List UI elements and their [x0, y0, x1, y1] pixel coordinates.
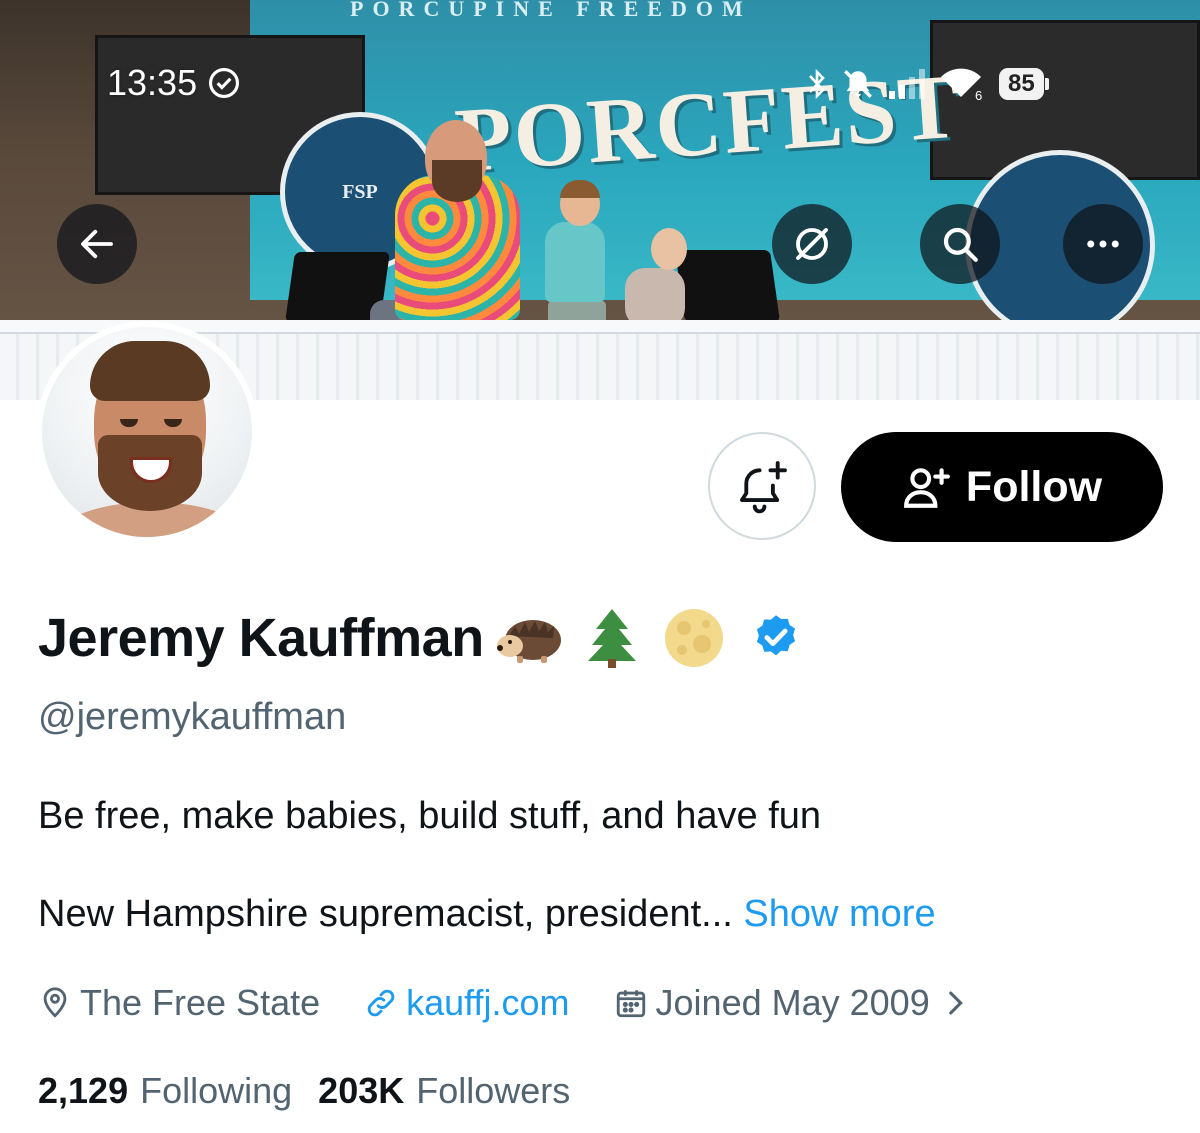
wifi-icon: 6 — [941, 68, 982, 101]
banner-top-text: PORCUPINE FREEDOM — [350, 0, 752, 21]
more-button[interactable] — [1063, 204, 1143, 284]
search-icon — [943, 227, 978, 262]
profile-handle: @jeremykauffman — [38, 696, 347, 738]
bell-plus-icon — [740, 461, 787, 514]
calendar-icon — [616, 990, 645, 1018]
banner-man-beard — [432, 160, 482, 202]
followers-count: 203K — [318, 1070, 405, 1111]
following-label: Following — [140, 1070, 293, 1111]
grok-button[interactable] — [772, 204, 852, 284]
status-time: 13:35 — [107, 62, 198, 103]
back-button[interactable] — [57, 204, 137, 284]
location: The Free State — [38, 982, 320, 1024]
joined-text: Joined May 2009 — [655, 982, 930, 1023]
banner-speaker-right — [674, 250, 781, 322]
bio-line-2: New Hampshire supremacist, president... … — [38, 893, 936, 936]
arrow-left-icon — [81, 229, 113, 259]
grok-icon — [796, 228, 828, 260]
banner-toddler-body — [625, 268, 685, 328]
status-bar-left: 13:35 — [107, 62, 241, 104]
bell-muted-icon — [844, 70, 872, 98]
banner-kid-shirt — [545, 222, 605, 302]
chevron-right-icon — [948, 991, 963, 1015]
bio-line-2-text: New Hampshire supremacist, president... — [38, 893, 733, 935]
full-moon-icon — [658, 606, 730, 670]
follow-button[interactable]: Follow — [841, 432, 1163, 542]
link-icon — [367, 989, 395, 1017]
bio-line-1: Be free, make babies, build stuff, and h… — [38, 795, 822, 837]
seal-text: FSP — [342, 180, 378, 203]
location-pin-icon — [43, 987, 67, 1018]
profile-name-row: Jeremy Kauffman — [38, 606, 812, 670]
joined-date[interactable]: Joined May 2009 — [614, 982, 972, 1024]
evergreen-tree-icon — [576, 606, 648, 670]
banner-toddler-head — [651, 228, 687, 270]
avatar-photo — [42, 327, 252, 537]
followers-stat[interactable]: 203K Followers — [318, 1070, 570, 1112]
website-link[interactable]: kauffj.com — [364, 982, 570, 1024]
website-text: kauffj.com — [406, 982, 570, 1023]
followers-label: Followers — [416, 1070, 571, 1111]
notifications-button[interactable] — [708, 432, 816, 540]
follow-stats: 2,129 Following 203K Followers — [38, 1070, 596, 1112]
profile-meta: The Free State kauffj.com Joined May 200… — [38, 982, 972, 1024]
avatar-hair — [90, 341, 210, 401]
follow-label: Follow — [965, 462, 1103, 511]
following-stat[interactable]: 2,129 Following — [38, 1070, 292, 1112]
show-more-link[interactable]: Show more — [743, 893, 935, 935]
signal-icon — [889, 69, 925, 99]
status-bar-right: 6 85 — [805, 64, 1049, 104]
bluetooth-icon — [809, 68, 825, 100]
profile-name: Jeremy Kauffman — [38, 608, 484, 668]
hedgehog-icon — [494, 606, 566, 670]
add-user-icon — [904, 468, 950, 508]
following-count: 2,129 — [38, 1070, 129, 1111]
svg-text:6: 6 — [975, 88, 982, 101]
more-horizontal-icon — [1087, 240, 1119, 248]
avatar[interactable] — [36, 321, 258, 543]
location-text: The Free State — [80, 982, 321, 1023]
search-button[interactable] — [920, 204, 1000, 284]
battery-indicator: 85 — [999, 68, 1049, 100]
check-circle-icon — [209, 67, 240, 99]
verified-badge-icon[interactable] — [740, 606, 812, 670]
